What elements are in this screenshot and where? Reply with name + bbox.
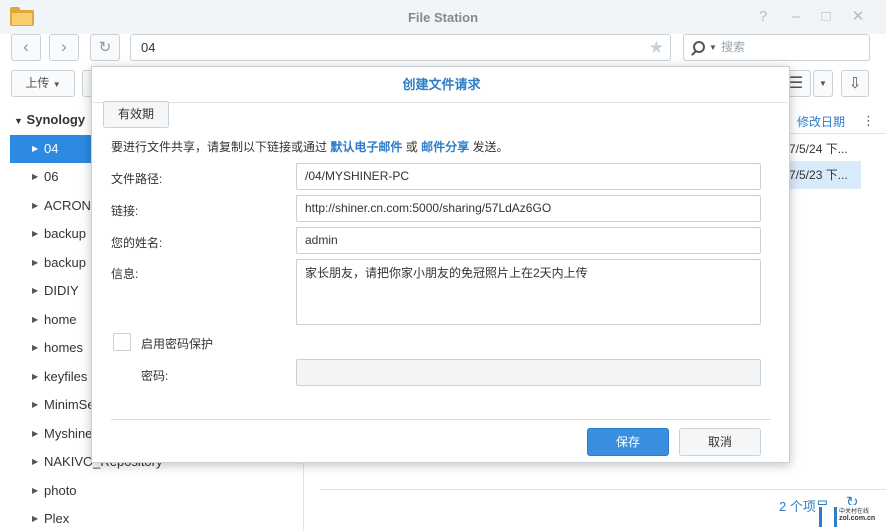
tab-validity[interactable]: 有效期 [103,101,169,128]
tree-item-label: Myshine [44,426,93,441]
tree-item-label: 04 [44,141,59,156]
default-email-link[interactable]: 默认电子邮件 [330,140,402,154]
tree-item-label: photo [44,483,77,498]
save-button[interactable]: 保存 [587,428,669,456]
zol-watermark: 中关村在线 zol.com.cn [817,505,886,531]
cancel-button[interactable]: 取消 [679,428,761,456]
search-input[interactable]: ▼ 搜索 [683,34,870,61]
file-station-window: File Station ? – □ ✕ ‹ › ↻ 04 ★ ▼ 搜索 上传 … [0,0,886,531]
view-dropdown-button[interactable]: ▼ [813,70,833,97]
tree-item-label: ACRONI [44,198,95,213]
caret-right-icon: ▶ [32,486,39,495]
chevron-down-icon[interactable]: ▼ [709,35,717,60]
watermark-line1: 中关村在线 [839,509,870,515]
refresh-button[interactable]: ↻ [90,34,120,61]
mail-share-link[interactable]: 邮件分享 [421,140,469,154]
upload-label: 上传 [25,76,50,90]
star-icon[interactable]: ★ [649,35,664,60]
chevron-left-icon: ‹ [23,37,29,56]
chevron-down-icon: ▼ [52,80,61,89]
password-protect-label[interactable]: 启用密码保护 [141,335,213,352]
caret-down-icon: ▼ [14,116,23,126]
tree-root[interactable]: ▼ Synology [14,112,85,127]
more-icon[interactable]: ⋮ [862,113,875,129]
tree-item-label: backup [44,226,86,241]
caret-right-icon: ▶ [32,343,39,352]
sort-button[interactable]: ⇩ [841,70,869,97]
intro-text: 要进行文件共享，请复制以下链接或通过 默认电子邮件 或 邮件分享 发送。 [111,138,508,155]
caret-right-icon: ▶ [32,457,39,466]
tree-item-label: Plex [44,511,70,526]
caret-right-icon: ▶ [32,286,39,295]
password-protect-checkbox[interactable] [113,333,131,351]
caret-right-icon: ▶ [32,144,39,153]
path-label: 文件路径: [111,172,163,186]
caret-right-icon: ▶ [32,258,39,267]
forward-button[interactable]: › [49,34,79,61]
name-field[interactable]: admin [296,227,761,254]
tree-root-label: Synology [26,112,86,127]
intro-prefix: 要进行文件共享，请复制以下链接或通过 [111,140,328,154]
tree-item[interactable]: ▶ Plex [10,505,304,531]
path-value: 04 [141,40,156,55]
minimize-icon[interactable]: – [787,8,805,26]
create-file-request-dialog: 创建文件请求 有效期 要进行文件共享，请复制以下链接或通过 默认电子邮件 或 邮… [91,66,791,463]
name-label: 您的姓名: [111,236,163,250]
chevron-right-icon: › [61,37,67,56]
path-input[interactable]: 04 ★ [130,34,671,61]
zol-logo-icon [819,507,837,527]
caret-right-icon: ▶ [32,514,39,523]
password-field[interactable] [296,359,761,386]
caret-right-icon: ▶ [32,201,39,210]
watermark-line2: zol.com.cn [839,515,876,522]
file-row-modified[interactable]: 7/5/24 下... [789,135,848,163]
tree-item-label: DIDIY [44,283,79,298]
title-bar: File Station ? – □ ✕ [0,0,886,34]
maximize-icon[interactable]: □ [817,8,835,26]
back-button[interactable]: ‹ [11,34,41,61]
tree-item-label: homes [44,340,84,355]
refresh-icon: ↻ [98,39,112,56]
path-field[interactable]: /04/MYSHINER-PC [296,163,761,190]
divider [111,419,771,420]
help-icon[interactable]: ? [754,8,772,26]
caret-right-icon: ▶ [32,229,39,238]
tree-item-label: 06 [44,169,59,184]
toolbar: ‹ › ↻ 04 ★ ▼ 搜索 [0,34,886,64]
caret-right-icon: ▶ [32,315,39,324]
message-label: 信息: [111,267,139,281]
caret-right-icon: ▶ [32,372,39,381]
tree-item-label: keyfiles [44,369,88,384]
caret-right-icon: ▶ [32,172,39,181]
chevron-down-icon: ▼ [819,79,827,88]
tree-item-label: backup [44,255,86,270]
tree-item[interactable]: ▶ photo [10,477,304,505]
search-placeholder: 搜索 [721,40,746,54]
link-label: 链接: [111,204,139,218]
password-label: 密码: [141,369,169,383]
link-field[interactable]: http://shiner.cn.com:5000/sharing/57LdAz… [296,195,761,222]
caret-right-icon: ▶ [32,400,39,409]
tree-item-label: MinimSe [44,397,95,412]
column-modified-date[interactable]: 修改日期 [797,113,845,130]
dialog-title: 创建文件请求 [92,67,791,103]
sort-icon: ⇩ [848,75,862,92]
intro-suffix: 发送。 [472,140,509,154]
intro-mid: 或 [405,140,418,154]
caret-right-icon: ▶ [32,429,39,438]
file-row-modified[interactable]: 7/5/23 下... [789,161,861,189]
message-textarea[interactable]: 家长朋友，请把你家小朋友的免冠照片上在2天内上传 [296,259,761,325]
close-icon[interactable]: ✕ [849,8,867,26]
search-icon [693,41,705,53]
upload-button[interactable]: 上传 ▼ [11,70,75,97]
tree-item-label: home [44,312,77,327]
